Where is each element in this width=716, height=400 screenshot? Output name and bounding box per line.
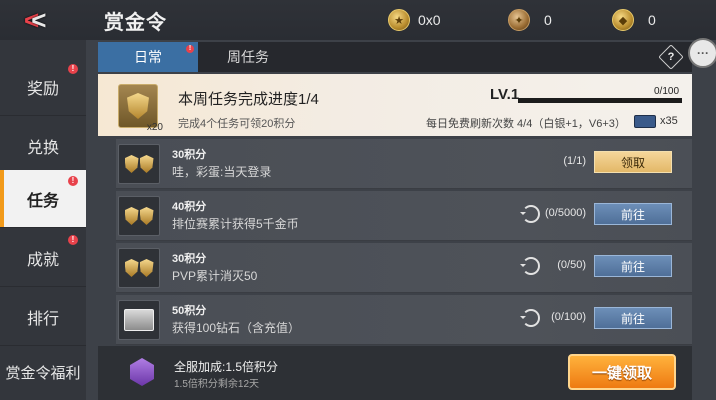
sidebar-item-ranking[interactable]: 排行 (0, 288, 86, 346)
points-badge: x20 (118, 84, 163, 133)
back-button[interactable]: << (24, 6, 58, 34)
treasure-chest-icon (118, 300, 160, 340)
bonus-subtitle: 1.5倍积分剩余12天 (174, 379, 260, 390)
bonus-title: 全服加成:1.5倍积分 (174, 360, 279, 374)
gold-coin-icon: ◆ (612, 9, 634, 31)
alert-icon: ! (68, 176, 78, 186)
task-description: PVP累计消灭50 (172, 269, 258, 283)
sidebar-item-welfare[interactable]: 赏金令福利 (0, 344, 86, 400)
task-row: 40积分 排位赛累计获得5千金币 (0/5000) 前往 (116, 191, 692, 241)
sidebar-item-label: 排行 (26, 310, 59, 328)
progress-subtitle: 完成4个任务可领20积分 (178, 118, 296, 130)
task-row: 30积分 PVP累计消灭50 (0/50) 前往 (116, 243, 692, 293)
task-progress: (0/5000) (545, 207, 586, 219)
go-button[interactable]: 前往 (594, 255, 672, 277)
chat-bubble-icon: ··· (697, 46, 709, 60)
refresh-info: 每日免费刷新次数 4/4（白银+1，V6+3） (426, 118, 626, 130)
alert-icon: ! (186, 45, 194, 53)
top-bar: << 赏金令 ★ 0x0 ✦ 0 ◆ 0 (0, 0, 716, 40)
level-progress-bar (518, 98, 682, 103)
sidebar: 奖励 ! 兑换 任务 ! 成就 ! 排行 赏金令福利 (0, 40, 86, 400)
sidebar-item-label: 任务 (26, 192, 59, 210)
currency-value: 0 (544, 12, 552, 28)
alert-icon: ! (68, 235, 78, 245)
tab-daily[interactable]: 日常 ! (98, 42, 198, 72)
gold-shields-icon (118, 248, 160, 288)
tab-bar: 日常 ! 周任务 ? (98, 42, 692, 72)
refresh-icon[interactable] (520, 309, 540, 327)
currency-bronze-medal: ✦ 0 (508, 8, 552, 32)
task-progress: (1/1) (563, 155, 586, 167)
gold-medal-icon: ★ (388, 9, 410, 31)
help-button[interactable]: ? (658, 44, 684, 70)
bonus-gem-icon (130, 358, 154, 386)
task-description: 排位赛累计获得5千金币 (172, 217, 299, 231)
chevron-left-icon: << (24, 5, 47, 35)
chat-button[interactable]: ··· (688, 38, 716, 68)
ticket-count: x35 (660, 115, 678, 127)
tab-label: 日常 (134, 49, 162, 65)
task-progress: (0/100) (551, 311, 586, 323)
bronze-medal-icon: ✦ (508, 9, 530, 31)
task-points: 30积分 (172, 149, 207, 161)
level-label: LV.1 (490, 86, 520, 103)
gold-shields-icon (118, 144, 160, 184)
sidebar-item-label: 成就 (26, 251, 59, 269)
claim-button[interactable]: 领取 (594, 151, 672, 173)
currency-gold-medal: ★ 0x0 (388, 8, 441, 32)
task-description: 哇，彩蛋:当天登录 (172, 165, 272, 179)
task-points: 50积分 (172, 305, 207, 317)
level-count: 0/100 (654, 86, 680, 97)
tab-label: 周任务 (227, 49, 269, 65)
question-icon: ? (667, 51, 675, 63)
sidebar-item-label: 奖励 (26, 80, 59, 98)
bonus-bar: 全服加成:1.5倍积分 1.5倍积分剩余12天 一键领取 (98, 346, 692, 400)
claim-all-button[interactable]: 一键领取 (568, 354, 676, 390)
currency-value: 0x0 (418, 12, 441, 28)
task-points: 40积分 (172, 201, 207, 213)
currency-value: 0 (648, 12, 656, 28)
refresh-icon[interactable] (520, 205, 540, 223)
badge-count: x20 (146, 122, 163, 133)
sidebar-item-tasks[interactable]: 任务 ! (0, 170, 86, 228)
ticket-icon (634, 115, 656, 128)
gold-shields-icon (118, 196, 160, 236)
task-row: 50积分 获得100钻石（含充值） (0/100) 前往 (116, 295, 692, 345)
refresh-icon[interactable] (520, 257, 540, 275)
tab-weekly[interactable]: 周任务 (198, 42, 298, 72)
weekly-progress-panel: x20 本周任务完成进度1/4 完成4个任务可领20积分 LV.1 0/100 … (98, 74, 692, 136)
sidebar-item-rewards[interactable]: 奖励 ! (0, 58, 86, 116)
task-row: 30积分 哇，彩蛋:当天登录 (1/1) 领取 (116, 139, 692, 189)
shield-icon (127, 93, 149, 119)
sidebar-item-label: 赏金令福利 (5, 365, 81, 382)
progress-title: 本周任务完成进度1/4 (178, 91, 319, 108)
alert-icon: ! (68, 64, 78, 74)
sidebar-item-achievements[interactable]: 成就 ! (0, 229, 86, 287)
sidebar-item-exchange[interactable]: 兑换 (0, 117, 86, 175)
task-points: 30积分 (172, 253, 207, 265)
currency-gold-coin: ◆ 0 (612, 8, 656, 32)
page-title: 赏金令 (104, 12, 167, 34)
go-button[interactable]: 前往 (594, 203, 672, 225)
task-description: 获得100钻石（含充值） (172, 321, 301, 335)
task-progress: (0/50) (557, 259, 586, 271)
sidebar-item-label: 兑换 (26, 139, 59, 157)
go-button[interactable]: 前往 (594, 307, 672, 329)
